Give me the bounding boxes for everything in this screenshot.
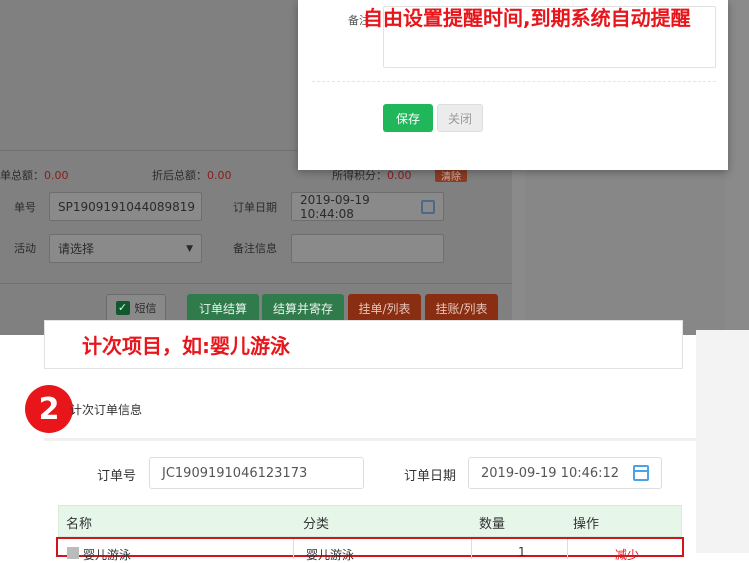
- close-button[interactable]: 关闭: [437, 104, 483, 132]
- column-action: 操作: [573, 517, 600, 532]
- order-date-field[interactable]: 2019-09-19 10:44:08: [291, 192, 444, 221]
- step-badge: 2: [25, 385, 73, 433]
- remark-field[interactable]: [291, 234, 444, 263]
- checkout-deposit-button[interactable]: 结算并寄存: [262, 294, 344, 322]
- activity-label: 活动: [14, 242, 36, 255]
- divider: [0, 283, 512, 284]
- checkout-button[interactable]: 订单结算: [187, 294, 259, 322]
- order-date-value: 2019-09-19 10:46:12: [481, 465, 620, 481]
- discount-amount: 折后总额：0.00: [152, 169, 232, 182]
- order-date-label: 订单日期: [233, 201, 277, 214]
- sms-toggle[interactable]: ✓ 短信: [106, 294, 166, 322]
- item-annotation: 计次项目，如:婴儿游泳: [82, 334, 290, 358]
- remark-label: 备注信息: [233, 242, 277, 255]
- cell-divider: [471, 539, 472, 559]
- order-date-field[interactable]: 2019-09-19 10:46:12: [468, 457, 662, 489]
- credit-order-button[interactable]: 挂账/列表: [425, 294, 498, 322]
- section-divider: [44, 438, 696, 441]
- cell-divider: [567, 539, 568, 559]
- table-row: 婴儿游泳 婴儿游泳 1 减少: [56, 537, 684, 562]
- cell-divider: [293, 539, 294, 559]
- sms-label: 短信: [134, 302, 157, 315]
- order-no-label: 订单号: [97, 469, 137, 484]
- item-category: 婴儿游泳: [306, 548, 355, 562]
- chevron-down-icon: ▼: [186, 243, 193, 254]
- clear-button[interactable]: 清除: [435, 168, 467, 183]
- item-qty: 1: [518, 545, 526, 559]
- section-title: 计次订单信息: [70, 403, 143, 417]
- column-name: 名称: [66, 517, 93, 532]
- item-icon: [67, 547, 79, 559]
- reminder-annotation: 自由设置提醒时间,到期系统自动提醒: [363, 6, 691, 30]
- hold-order-button[interactable]: 挂单/列表: [348, 294, 421, 322]
- calendar-icon[interactable]: [633, 465, 649, 481]
- modal-divider: [312, 81, 716, 82]
- column-qty: 数量: [479, 517, 506, 532]
- order-date-label: 订单日期: [404, 469, 457, 484]
- activity-value: 请选择: [58, 242, 95, 256]
- item-name: 婴儿游泳: [83, 548, 132, 562]
- right-gutter: [696, 330, 749, 553]
- order-date-value: 2019-09-19 10:44:08: [300, 192, 370, 221]
- order-no-field[interactable]: JC1909191046123173: [149, 457, 364, 489]
- activity-select[interactable]: 请选择 ▼: [49, 234, 202, 263]
- calendar-icon[interactable]: [421, 199, 435, 214]
- checkbox-icon[interactable]: ✓: [115, 301, 130, 315]
- order-no-label: 单号: [14, 201, 36, 214]
- order-no-field[interactable]: SP1909191044089819: [49, 192, 202, 221]
- column-category: 分类: [303, 517, 330, 532]
- decrease-link[interactable]: 减少: [615, 546, 639, 563]
- total-amount: 单总额：0.00: [0, 169, 69, 182]
- save-button[interactable]: 保存: [383, 104, 433, 132]
